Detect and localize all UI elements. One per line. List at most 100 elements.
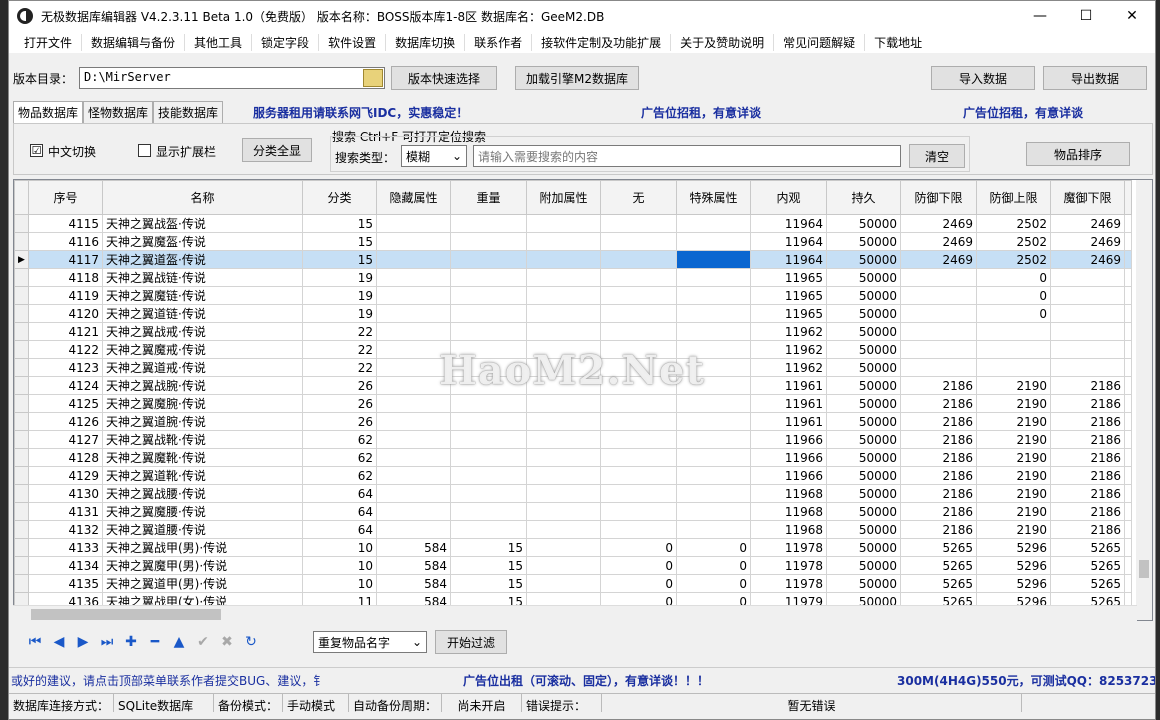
table-row[interactable]: 4130 天神之翼战腰·传说 64 11968 50000 2186 2190 2186	[14, 484, 1132, 503]
table-cell[interactable]: 5265	[900, 574, 977, 593]
column-header[interactable]: 无	[600, 180, 677, 215]
table-cell[interactable]	[526, 250, 601, 269]
table-cell[interactable]: 50000	[826, 466, 901, 485]
table-cell[interactable]: 50000	[826, 412, 901, 431]
table-cell[interactable]: 64	[302, 484, 377, 503]
table-cell[interactable]: 2190	[976, 484, 1051, 503]
table-cell[interactable]: 50000	[826, 394, 901, 413]
table-cell[interactable]	[526, 394, 601, 413]
table-cell[interactable]: 50000	[826, 232, 901, 251]
table-cell[interactable]	[676, 394, 751, 413]
table-cell[interactable]: 2469	[1050, 250, 1125, 269]
row-indicator[interactable]	[14, 466, 29, 485]
table-cell[interactable]	[600, 214, 677, 233]
table-cell[interactable]: 4125	[28, 394, 103, 413]
horizontal-scrollbar[interactable]	[13, 605, 1137, 622]
table-cell[interactable]	[1050, 268, 1125, 287]
table-cell[interactable]	[600, 340, 677, 359]
table-cell[interactable]	[600, 466, 677, 485]
table-cell[interactable]: 天神之翼战链·传说	[102, 268, 303, 287]
table-cell[interactable]	[376, 286, 451, 305]
column-header[interactable]: 魔御下限	[1050, 180, 1125, 215]
table-row[interactable]: 4115 天神之翼战盔·传说 15 11964 50000 2469 2502 2469	[14, 214, 1132, 233]
table-cell[interactable]: 19	[302, 304, 377, 323]
row-indicator[interactable]	[14, 322, 29, 341]
table-row[interactable]: 4116 天神之翼魔盔·传说 15 11964 50000 2469 2502 2469	[14, 232, 1132, 251]
menu-about[interactable]: 关于及赞助说明	[671, 33, 775, 51]
table-cell[interactable]: 15	[450, 556, 527, 575]
table-cell[interactable]: 11961	[750, 394, 827, 413]
table-cell[interactable]: 天神之翼道链·传说	[102, 304, 303, 323]
table-cell[interactable]	[526, 466, 601, 485]
table-cell[interactable]	[1050, 322, 1125, 341]
table-cell[interactable]	[676, 412, 751, 431]
table-cell[interactable]: 22	[302, 322, 377, 341]
table-cell[interactable]: 0	[976, 286, 1051, 305]
table-cell[interactable]: 50000	[826, 358, 901, 377]
table-cell[interactable]: 5265	[1050, 538, 1125, 557]
table-cell[interactable]	[1050, 286, 1125, 305]
show-ext-checkbox[interactable]	[138, 144, 151, 157]
table-cell[interactable]: 2186	[900, 430, 977, 449]
table-cell[interactable]: 15	[450, 574, 527, 593]
menu-customize[interactable]: 接软件定制及功能扩展	[532, 33, 672, 51]
table-cell[interactable]: 50000	[826, 286, 901, 305]
table-cell[interactable]	[376, 214, 451, 233]
table-cell[interactable]	[450, 322, 527, 341]
table-row[interactable]: 4124 天神之翼战腕·传说 26 11961 50000 2186 2190 2186	[14, 376, 1132, 395]
table-cell[interactable]	[526, 322, 601, 341]
table-cell[interactable]	[900, 286, 977, 305]
table-cell[interactable]: 天神之翼道盔·传说	[102, 250, 303, 269]
table-cell[interactable]: 11978	[750, 574, 827, 593]
table-cell[interactable]: 2469	[900, 250, 977, 269]
table-cell[interactable]	[450, 358, 527, 377]
table-cell[interactable]: 26	[302, 412, 377, 431]
table-cell[interactable]: 2190	[976, 448, 1051, 467]
table-cell[interactable]: 4128	[28, 448, 103, 467]
table-row[interactable]: 4118 天神之翼战链·传说 19 11965 50000 0	[14, 268, 1132, 287]
table-cell[interactable]	[450, 412, 527, 431]
table-cell[interactable]: 2502	[976, 250, 1051, 269]
table-cell[interactable]: 26	[302, 394, 377, 413]
row-indicator[interactable]	[14, 412, 29, 431]
table-cell[interactable]: 11968	[750, 502, 827, 521]
row-indicator[interactable]	[14, 340, 29, 359]
table-cell[interactable]	[600, 502, 677, 521]
table-cell[interactable]: 22	[302, 358, 377, 377]
menu-settings[interactable]: 软件设置	[319, 33, 387, 51]
table-cell[interactable]: 天神之翼道腰·传说	[102, 520, 303, 539]
table-cell[interactable]	[526, 286, 601, 305]
column-header[interactable]: 分类	[302, 180, 377, 215]
table-row[interactable]: 4128 天神之翼魔靴·传说 62 11966 50000 2186 2190 2186	[14, 448, 1132, 467]
filter-type-select[interactable]: 重复物品名字 ⌄	[313, 631, 427, 653]
table-cell[interactable]: 0	[676, 556, 751, 575]
table-cell[interactable]	[600, 448, 677, 467]
menu-lock-fields[interactable]: 锁定字段	[252, 33, 320, 51]
table-cell[interactable]	[450, 430, 527, 449]
table-cell[interactable]: 15	[302, 214, 377, 233]
table-cell[interactable]: 2190	[976, 412, 1051, 431]
maximize-button[interactable]: ☐	[1063, 1, 1109, 31]
tab-monsters[interactable]: 怪物数据库	[83, 101, 154, 123]
table-cell[interactable]	[450, 340, 527, 359]
table-cell[interactable]	[526, 538, 601, 557]
cancel-icon[interactable]: ✖	[215, 632, 239, 652]
table-cell[interactable]: 5265	[1050, 574, 1125, 593]
table-cell[interactable]	[450, 502, 527, 521]
row-indicator[interactable]	[14, 502, 29, 521]
delete-icon[interactable]: ━	[143, 632, 167, 652]
table-cell[interactable]: 天神之翼战甲(男)·传说	[102, 538, 303, 557]
row-indicator[interactable]	[14, 394, 29, 413]
table-cell[interactable]: 天神之翼魔腰·传说	[102, 502, 303, 521]
table-cell[interactable]	[526, 502, 601, 521]
table-cell[interactable]: 2186	[1050, 520, 1125, 539]
table-cell[interactable]: 4126	[28, 412, 103, 431]
table-cell[interactable]: 62	[302, 466, 377, 485]
table-cell[interactable]: 50000	[826, 556, 901, 575]
table-cell[interactable]	[450, 484, 527, 503]
table-cell[interactable]: 2190	[976, 520, 1051, 539]
table-cell[interactable]	[376, 502, 451, 521]
table-cell[interactable]: 4130	[28, 484, 103, 503]
table-cell[interactable]: 64	[302, 520, 377, 539]
table-cell[interactable]	[600, 430, 677, 449]
